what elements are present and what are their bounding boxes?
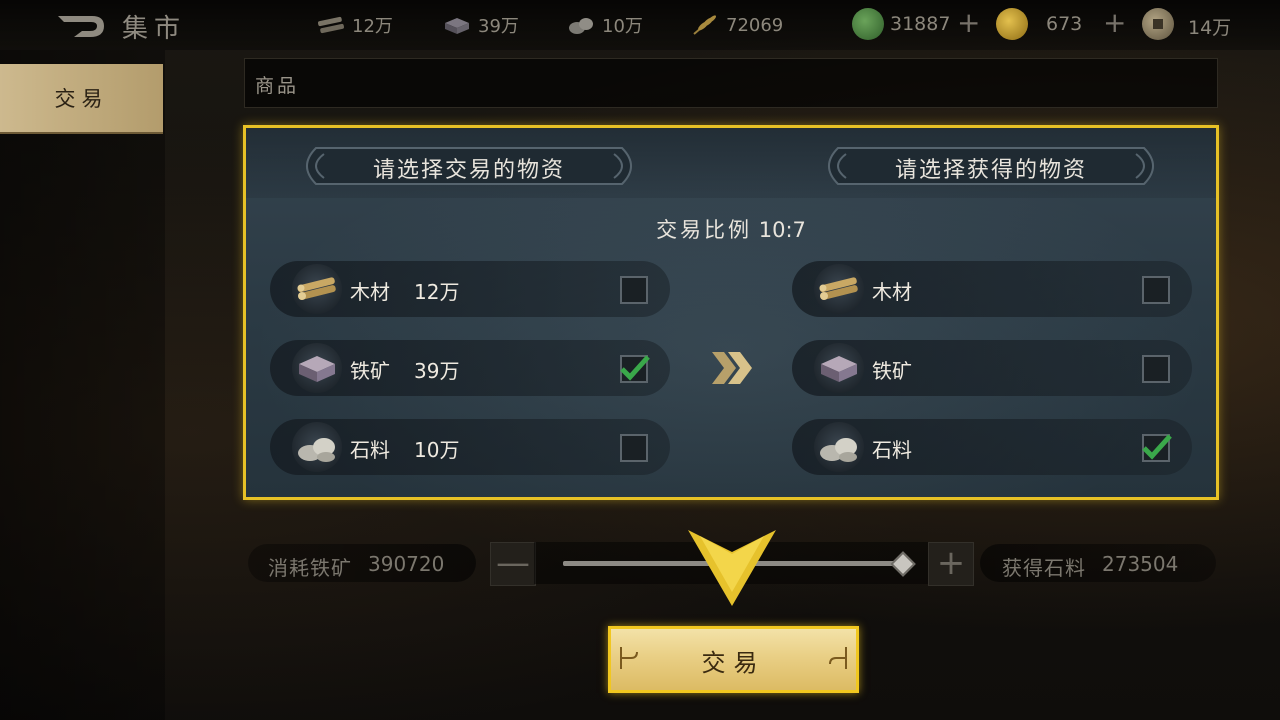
get-item-stone[interactable]: 石料 <box>792 419 1192 475</box>
item-amount: 10万 <box>414 438 460 462</box>
get-iron-checkbox[interactable] <box>1142 355 1170 383</box>
resource-amount: 10万 <box>602 16 643 37</box>
trade-ratio: 交易比例 10:7 <box>246 214 1216 244</box>
wood-icon <box>318 16 344 34</box>
item-name: 石料 <box>872 438 912 462</box>
tab-label: 交易 <box>54 87 109 111</box>
decrease-button[interactable]: — <box>490 542 536 586</box>
jade-coin-icon <box>852 8 884 40</box>
item-name: 石料 <box>350 438 390 462</box>
currency-amount: 14万 <box>1188 17 1232 39</box>
category-bar[interactable]: 商品 <box>244 58 1218 108</box>
gain-label: 获得石料 <box>1002 556 1086 580</box>
currency-amount: 673 <box>1046 13 1083 35</box>
currency-amount: 31887 <box>890 13 951 35</box>
consume-label: 消耗铁矿 <box>268 556 352 580</box>
stone-icon <box>814 422 864 472</box>
stone-icon <box>569 18 593 34</box>
trade-button[interactable]: 交易 <box>608 626 859 693</box>
wheat-icon <box>693 15 717 35</box>
ratio-value: 10:7 <box>758 218 806 242</box>
item-name: 木材 <box>350 280 390 304</box>
give-item-wood[interactable]: 木材 12万 <box>270 261 670 317</box>
consume-value: 390720 <box>368 552 445 576</box>
check-icon <box>1142 434 1172 460</box>
plus-icon: + <box>936 543 966 583</box>
item-name: 木材 <box>872 280 912 304</box>
get-stone-checkbox[interactable] <box>1142 434 1172 462</box>
iron-ore-icon <box>814 343 864 393</box>
minus-icon: — <box>496 543 530 583</box>
give-stone-checkbox[interactable] <box>620 434 648 462</box>
check-icon <box>620 355 650 381</box>
back-button[interactable] <box>56 10 108 40</box>
resource-stone: 10万 <box>566 12 643 38</box>
resource-grain: 72069 <box>690 12 783 38</box>
item-name: 铁矿 <box>350 359 390 383</box>
give-item-stone[interactable]: 石料 10万 <box>270 419 670 475</box>
item-amount: 39万 <box>414 359 460 383</box>
resource-iron: 39万 <box>442 12 519 38</box>
wood-icon <box>292 264 342 314</box>
trade-button-label: 交易 <box>701 649 766 677</box>
get-header-label: 请选择获得的物资 <box>894 158 1087 183</box>
resource-amount: 72069 <box>726 14 784 36</box>
category-label: 商品 <box>255 75 300 97</box>
get-item-iron[interactable]: 铁矿 <box>792 340 1192 396</box>
top-bar: 集市 12万 39万 10万 72069 31887 + 673 + 14万 <box>0 0 1280 50</box>
page-title: 集市 <box>122 14 187 44</box>
item-amount: 12万 <box>414 280 460 304</box>
guide-arrow-icon <box>688 530 776 606</box>
gain-value: 273504 <box>1102 552 1179 576</box>
stone-icon <box>292 422 342 472</box>
gold-coin-icon <box>996 8 1028 40</box>
double-chevron-right-icon <box>712 352 752 384</box>
iron-ore-icon <box>292 343 342 393</box>
ratio-label: 交易比例 <box>656 218 753 242</box>
give-item-iron[interactable]: 铁矿 39万 <box>270 340 670 396</box>
increase-button[interactable]: + <box>928 542 974 586</box>
wood-icon <box>814 264 864 314</box>
copper-coin-icon <box>1142 8 1174 40</box>
add-jade-button[interactable]: + <box>957 8 980 38</box>
give-header-label: 请选择交易的物资 <box>372 158 565 183</box>
resource-wood: 12万 <box>316 12 393 38</box>
sidebar <box>0 50 165 720</box>
item-name: 铁矿 <box>872 359 912 383</box>
add-gold-button[interactable]: + <box>1103 8 1126 38</box>
give-wood-checkbox[interactable] <box>620 276 648 304</box>
get-header: 请选择获得的物资 <box>816 144 1166 188</box>
consume-display: 消耗铁矿 390720 <box>248 544 476 582</box>
get-item-wood[interactable]: 木材 <box>792 261 1192 317</box>
give-iron-checkbox[interactable] <box>620 355 650 383</box>
back-arrow-icon <box>58 16 104 37</box>
gain-display: 获得石料 273504 <box>980 544 1216 582</box>
resource-amount: 12万 <box>352 16 393 37</box>
give-header: 请选择交易的物资 <box>294 144 644 188</box>
get-wood-checkbox[interactable] <box>1142 276 1170 304</box>
iron-ore-icon <box>445 18 469 34</box>
resource-amount: 39万 <box>478 16 519 37</box>
trade-panel: 请选择交易的物资 请选择获得的物资 交易比例 10:7 木材 12万 铁矿 39… <box>243 125 1219 500</box>
tab-trade[interactable]: 交易 <box>0 64 163 134</box>
